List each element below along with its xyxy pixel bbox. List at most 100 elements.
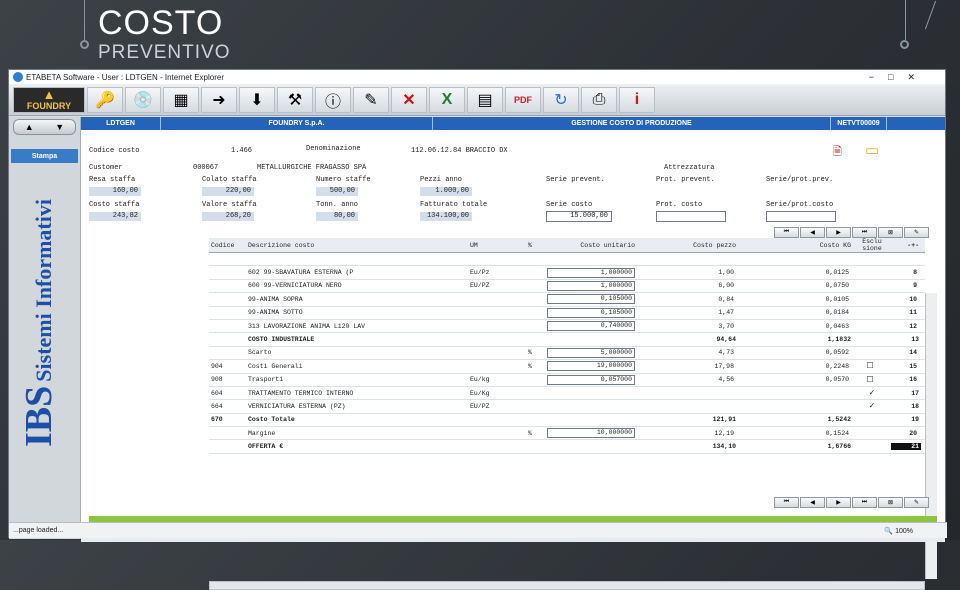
foundry-logo[interactable]: ▲ FOUNDRY xyxy=(13,86,85,113)
table-row[interactable]: 604 TRATTAMENTO TERMICO INTERNO Eu/Kg ✓ 17 xyxy=(209,387,925,401)
grid-horizontal-scrollbar[interactable] xyxy=(209,581,925,590)
serie-costo-input[interactable]: 15.000,00 xyxy=(546,211,612,222)
close-window-button[interactable]: ✕ xyxy=(907,72,915,83)
exit-icon[interactable]: ➜ xyxy=(201,86,237,113)
delete-record-icon[interactable]: ⊠ xyxy=(878,497,903,508)
eraser-icon[interactable]: ✎ xyxy=(353,86,389,113)
nav-pad[interactable]: ▲ ▼ xyxy=(13,119,76,135)
cell-costo-pezzo: 4,56 xyxy=(718,376,734,384)
browser-window: ETABETA Software - User : LDTGEN - Inter… xyxy=(8,69,947,590)
table-row[interactable] xyxy=(209,253,925,267)
col-um[interactable]: UM xyxy=(468,242,526,249)
col-pct[interactable]: % xyxy=(526,242,543,249)
col-order[interactable]: -+- xyxy=(891,242,921,249)
zoom-level[interactable]: 🔍 100% xyxy=(884,527,913,535)
customer-label: Customer xyxy=(89,164,123,172)
cell-descrizione: COSTO INDUSTRIALE xyxy=(248,336,315,344)
valore-value[interactable]: 268,20 xyxy=(202,212,254,221)
serie-prot-costo-input[interactable] xyxy=(766,211,836,222)
help-icon[interactable]: i xyxy=(619,86,655,113)
excel-icon[interactable]: X xyxy=(429,86,465,113)
key-icon[interactable]: 🔑 xyxy=(87,86,123,113)
print-icon[interactable]: ⎙ xyxy=(581,86,617,113)
last-record-icon[interactable]: ⏭ xyxy=(852,497,877,508)
codice-costo-value: 1.466 xyxy=(231,147,253,155)
cell-descrizione: Scarto xyxy=(248,349,272,357)
table-row[interactable]: Scarto% 5,000000 4,73 0,0592 14 xyxy=(209,347,925,361)
cell-costo-unitario[interactable]: 0,105000 xyxy=(547,307,635,318)
fatturato-value[interactable]: 134.100,00 xyxy=(420,212,472,221)
table-row[interactable]: 600 99-VERNICIATURA NERO EU/PZ 1,000000 6,0… xyxy=(209,280,925,294)
col-codice[interactable]: Codice xyxy=(209,242,246,249)
cell-esclusione[interactable]: ✓ xyxy=(853,401,891,411)
cell-costo-unitario[interactable]: 19,000000 xyxy=(547,361,635,372)
cell-costo-unitario[interactable]: 0,105000 xyxy=(547,294,635,305)
cell-esclusione[interactable]: ☐ xyxy=(851,375,889,385)
cell-costo-unitario[interactable]: 10,000000 xyxy=(547,428,635,439)
prot-costo-input[interactable] xyxy=(656,211,726,222)
table-row[interactable]: OFFERTA € 134,10 1,6766 21 xyxy=(209,440,925,454)
cell-esclusione[interactable]: ✓ xyxy=(853,388,891,398)
colato-value[interactable]: 220,00 xyxy=(202,187,254,196)
table-row[interactable]: 908 Trasporti Eu/kg 0,057000 4,56 0,0570 ☐ 16 xyxy=(209,374,925,387)
col-costo-kg[interactable]: Costo KG xyxy=(738,242,853,249)
disc-icon[interactable]: 💿 xyxy=(125,86,161,113)
first-record-icon[interactable]: ⏮ xyxy=(774,497,799,508)
next-record-icon[interactable]: ▶ xyxy=(826,227,851,238)
table-row[interactable]: 99-ANIMA SOPRA 0,105000 0,84 0,0105 10 xyxy=(209,293,925,307)
maximize-button[interactable]: □ xyxy=(888,72,893,83)
cell-codice: 664 xyxy=(211,402,223,410)
arrow-down-icon[interactable]: ⬇ xyxy=(239,86,275,113)
costo-value[interactable]: 243,82 xyxy=(89,212,141,221)
prev-record-icon[interactable]: ◀ xyxy=(800,227,825,238)
cell-costo-unitario[interactable]: 1,000000 xyxy=(547,267,635,278)
col-esclusione[interactable]: Esclu sione xyxy=(853,238,891,252)
tools-icon[interactable]: ⚒ xyxy=(277,86,313,113)
folder-icon[interactable]: ▭ xyxy=(865,141,879,159)
table-row[interactable]: 99-ANIMA SOTTO 0,105000 1,47 0,0184 11 xyxy=(209,307,925,320)
prev-record-icon[interactable]: ◀ xyxy=(800,497,825,508)
document-icon[interactable]: 🗎 xyxy=(833,143,842,162)
resa-value[interactable]: 160,00 xyxy=(89,187,141,196)
delete-icon[interactable]: ✕ xyxy=(391,86,427,113)
pezzi-value[interactable]: 1.000,00 xyxy=(420,187,472,196)
edit-record-icon[interactable]: ✎ xyxy=(904,497,929,508)
table-row[interactable]: 664 VERNICIATURA ESTERNA (PZ) EU/PZ ✓ 18 xyxy=(209,400,925,414)
cell-codice: 604 xyxy=(211,389,223,397)
last-record-icon[interactable]: ⏭ xyxy=(852,227,877,238)
cell-pct: % xyxy=(528,362,532,370)
table-icon[interactable]: ▤ xyxy=(467,86,503,113)
cell-order: 16 xyxy=(909,376,917,384)
cell-costo-unitario[interactable]: 1,000000 xyxy=(547,280,635,291)
ornament-icon[interactable]: ▦ xyxy=(163,86,199,113)
col-costo-unitario[interactable]: Costo unitario xyxy=(543,242,637,249)
delete-record-icon[interactable]: ⊠ xyxy=(878,227,903,238)
refresh-icon[interactable]: ↻ xyxy=(543,86,579,113)
cell-esclusione[interactable]: ☐ xyxy=(851,361,889,371)
decor-line xyxy=(84,0,85,42)
cell-descrizione: Margine xyxy=(248,429,276,437)
pdf-icon[interactable]: PDF xyxy=(505,86,541,113)
table-row[interactable]: COSTO INDUSTRIALE 94,64 1,1832 13 xyxy=(209,333,925,347)
info-down-icon[interactable]: ⓘ xyxy=(315,86,351,113)
down-arrow-icon[interactable]: ▼ xyxy=(55,122,64,132)
edit-record-icon[interactable]: ✎ xyxy=(904,227,929,238)
cell-costo-unitario[interactable]: 0,740000 xyxy=(547,321,635,332)
table-row[interactable]: 602 99-SBAVATURA ESTERNA (P Eu/Pz 1,000000… xyxy=(209,266,925,280)
cell-costo-unitario[interactable]: 5,000000 xyxy=(547,347,635,358)
table-row[interactable]: 670 Costo Totale 121,91 1,5242 19 xyxy=(209,414,925,428)
next-record-icon[interactable]: ▶ xyxy=(826,497,851,508)
numero-value[interactable]: 500,00 xyxy=(316,187,358,196)
stampa-button[interactable]: Stampa xyxy=(11,149,78,163)
col-costo-pezzo[interactable]: Costo pezzo xyxy=(637,242,738,249)
table-row[interactable]: Margine% 10,000000 12,19 0,1524 20 xyxy=(209,427,925,441)
table-row[interactable]: 904 Costi Generali% 19,000000 17,98 0,2248 ☐ 1… xyxy=(209,360,925,374)
app-toolbar: ▲ FOUNDRY 🔑 💿 ▦ ➜ ⬇ ⚒ ⓘ ✎ ✕ X ▤ PDF ↻ ⎙ i xyxy=(9,84,945,116)
cell-costo-unitario[interactable]: 0,057000 xyxy=(547,374,635,385)
up-arrow-icon[interactable]: ▲ xyxy=(25,122,34,132)
minimize-button[interactable]: − xyxy=(869,72,874,83)
table-row[interactable]: 313 LAVORAZIONE ANIMA L120 LAV 0,740000 3,… xyxy=(209,320,925,334)
first-record-icon[interactable]: ⏮ xyxy=(774,227,799,238)
tonn-value[interactable]: 80,00 xyxy=(316,212,358,221)
col-descrizione[interactable]: Descrizione costo xyxy=(246,242,468,249)
